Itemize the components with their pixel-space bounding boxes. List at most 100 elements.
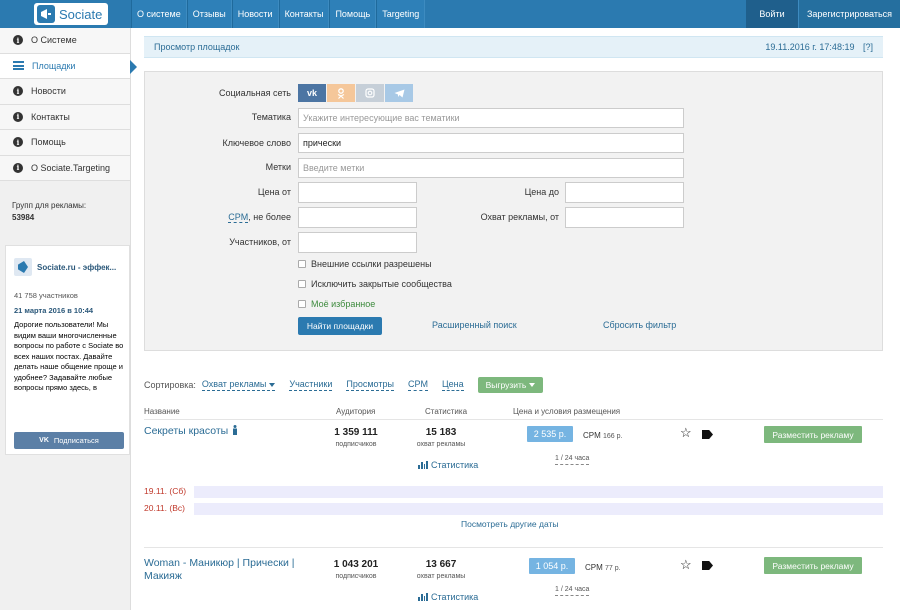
vk-subscribe-button[interactable]: VK Подписаться [14, 432, 124, 449]
info-icon: i [13, 86, 23, 97]
sidebar-item-label: Новости [31, 86, 66, 97]
platform-name-link[interactable]: Секреты красоты [144, 425, 238, 438]
topnav-reviews[interactable]: Отзывы [186, 0, 232, 28]
topnav-help[interactable]: Помощь [329, 0, 377, 28]
cpm-value: CPM 166 р. [583, 431, 622, 440]
price-to-input[interactable] [565, 182, 684, 203]
exclude-closed-checkbox[interactable]: Исключить закрытые сообщества [298, 279, 452, 289]
placement-period[interactable]: 1 / 24 часа [555, 454, 590, 465]
theme-input[interactable]: Укажите интересующие вас тематики [298, 108, 684, 128]
sidebar-item-contacts[interactable]: i Контакты [0, 104, 130, 130]
sidebar-item-about[interactable]: i О Системе [0, 28, 130, 54]
caret-down-icon [529, 383, 536, 387]
audience-value: 1 359 111 [334, 427, 378, 438]
vk-icon[interactable]: vk [298, 84, 326, 102]
logo-text: Sociate [59, 6, 103, 22]
price-badge[interactable]: 2 535 р. [527, 426, 573, 442]
info-icon: i [13, 35, 23, 46]
topnav-targeting[interactable]: Targeting [376, 0, 426, 28]
help-link[interactable]: [?] [863, 42, 873, 52]
topnav-about[interactable]: О системе [131, 0, 187, 28]
price-from-label: Цена от [257, 187, 291, 197]
topnav-contacts[interactable]: Контакты [278, 0, 330, 28]
checkbox-box[interactable] [298, 300, 306, 308]
megaphone-icon [37, 5, 55, 23]
statistics-link[interactable]: Статистика [418, 460, 478, 470]
ok-icon[interactable] [327, 84, 355, 102]
cpm-input[interactable] [298, 207, 417, 228]
vk-widget-header[interactable]: Sociate.ru - эффек... [14, 258, 116, 276]
export-button[interactable]: Выгрузить [477, 377, 544, 393]
star-icon[interactable]: ☆ [680, 425, 692, 441]
advanced-search-link[interactable]: Расширенный поиск [432, 320, 517, 330]
statistics-link[interactable]: Статистика [418, 592, 478, 602]
sidebar-item-platforms[interactable]: Площадки [0, 53, 137, 79]
platform-name-link[interactable]: Woman - Маникюр | Прически | Макияж [144, 557, 294, 583]
other-dates-link[interactable]: Посмотреть другие даты [461, 519, 559, 529]
login-button[interactable]: Войти [746, 0, 798, 28]
price-badge[interactable]: 1 054 р. [529, 558, 575, 574]
logo[interactable]: Sociate [34, 3, 108, 25]
results-header: Название Аудитория Статистика Цена и усл… [144, 406, 883, 420]
row-divider [144, 547, 883, 548]
top-navbar: Sociate О системе Отзывы Новости Контакт… [0, 0, 900, 28]
sort-members[interactable]: Участники [289, 379, 333, 391]
placement-period[interactable]: 1 / 24 часа [555, 585, 590, 596]
vk-members: 41 758 участников [14, 291, 78, 300]
sort-cpm[interactable]: CPM [407, 379, 428, 391]
col-name: Название [144, 407, 180, 416]
vk-post-date[interactable]: 21 марта 2016 в 10:44 [14, 306, 93, 315]
social-network-selector: vk [298, 84, 414, 102]
theme-label: Тематика [251, 112, 291, 122]
register-button[interactable]: Зарегистрироваться [798, 0, 900, 28]
reset-filter-link[interactable]: Сбросить фильтр [603, 320, 676, 330]
platform-name-text: Woman - Маникюр | Прически | [144, 557, 295, 569]
top-nav: О системе Отзывы Новости Контакты Помощь… [131, 0, 426, 28]
vk-widget: Sociate.ru - эффек... 41 758 участников … [5, 245, 130, 455]
cpm-amount: 77 р. [605, 565, 621, 572]
date-slots[interactable] [194, 486, 883, 498]
sidebar-item-targeting[interactable]: i О Sociate.Targeting [0, 155, 130, 181]
sidebar-item-news[interactable]: i Новости [0, 79, 130, 105]
sort-bar: Сортировка: Охват рекламы Участники Прос… [144, 377, 544, 393]
groups-count: Групп для рекламы: 53984 [12, 200, 86, 224]
cpm-term[interactable]: CPM [228, 212, 249, 223]
reach-label: Охват рекламы, от [480, 212, 559, 222]
auth-links: Войти Зарегистрироваться [746, 0, 900, 28]
members-input[interactable] [298, 232, 417, 253]
tag-icon[interactable] [702, 430, 713, 439]
place-ad-button[interactable]: Разместить рекламу [764, 557, 862, 574]
sort-price[interactable]: Цена [441, 379, 464, 391]
groups-label: Групп для рекламы: [12, 201, 87, 210]
bar-chart-icon [418, 593, 428, 601]
date-slots[interactable] [194, 503, 883, 515]
find-platforms-button[interactable]: Найти площадки [298, 317, 382, 335]
col-price: Цена и условия размещения [513, 407, 621, 416]
social-network-label: Социальная сеть [219, 88, 291, 98]
topnav-news[interactable]: Новости [231, 0, 279, 28]
star-icon[interactable]: ☆ [680, 557, 692, 573]
external-links-checkbox[interactable]: Внешние ссылки разрешены [298, 259, 432, 269]
page-header: Просмотр площадок 19.11.2016 г. 17:48:19… [144, 36, 883, 58]
instagram-icon[interactable] [356, 84, 384, 102]
place-ad-button[interactable]: Разместить рекламу [764, 426, 862, 443]
filter-panel: Социальная сеть vk Тематика Укажите инте… [144, 71, 883, 351]
sidebar: i О Системе Площадки i Новости i Контакт… [0, 28, 137, 610]
sort-reach[interactable]: Охват рекламы [201, 379, 276, 391]
favorites-checkbox[interactable]: Моё избранное [298, 299, 375, 309]
vk-group-name[interactable]: Sociate.ru - эффек... [37, 263, 116, 272]
sort-views[interactable]: Просмотры [346, 379, 394, 391]
cpm-label: CPM [585, 563, 603, 572]
tag-icon[interactable] [702, 561, 713, 570]
checkbox-box[interactable] [298, 280, 306, 288]
price-from-input[interactable] [298, 182, 417, 203]
tags-input[interactable]: Введите метки [298, 158, 684, 178]
caret-down-icon [269, 382, 276, 387]
vk-post-text: Дорогие пользователи! Мы видим ваши мног… [14, 320, 124, 392]
reach-input[interactable] [565, 207, 684, 228]
telegram-icon[interactable] [385, 84, 413, 102]
checkbox-box[interactable] [298, 260, 306, 268]
cpm-amount: 166 р. [603, 433, 623, 440]
sidebar-item-help[interactable]: i Помощь [0, 130, 130, 156]
keyword-input[interactable]: прически [298, 133, 684, 153]
